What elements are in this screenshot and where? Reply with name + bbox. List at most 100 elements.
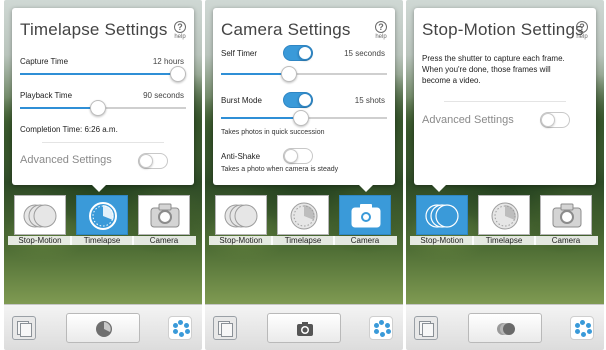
effects-icon[interactable] — [570, 316, 594, 340]
slider-thumb[interactable] — [281, 66, 298, 82]
capture-time-slider[interactable] — [20, 66, 186, 82]
bottom-bar — [4, 304, 202, 350]
toggle-knob — [541, 113, 555, 127]
slider-fill — [20, 73, 178, 75]
mode-stop-motion[interactable]: Stop-Motion — [209, 195, 273, 247]
help-button[interactable]: ? help — [373, 21, 389, 40]
toggle-knob — [284, 149, 298, 163]
self-timer-slider[interactable] — [221, 66, 387, 82]
toggle-knob — [298, 93, 312, 107]
effects-icon[interactable] — [168, 316, 192, 340]
timelapse-shutter-icon — [96, 321, 112, 337]
advanced-settings-label: Advanced Settings — [20, 154, 112, 166]
help-icon: ? — [174, 21, 186, 33]
stop-motion-settings-panel: Stop-Motion Settings ? help Press the sh… — [414, 8, 596, 192]
screenshot: Timelapse Settings ? help Capture Time 1… — [0, 0, 606, 350]
phone-timelapse: Timelapse Settings ? help Capture Time 1… — [4, 0, 202, 350]
timelapse-icon — [290, 202, 318, 230]
stop-motion-shutter-icon — [497, 323, 515, 335]
self-timer-label: Self Timer — [221, 49, 258, 58]
mode-tile — [416, 195, 468, 235]
panel-title: Stop-Motion Settings — [422, 20, 584, 39]
mode-label: Stop-Motion — [8, 236, 72, 245]
help-label: help — [375, 34, 387, 40]
camera-icon — [351, 204, 381, 228]
effects-icon[interactable] — [369, 316, 393, 340]
advanced-settings-label: Advanced Settings — [422, 114, 514, 126]
mode-label: Stop-Motion — [410, 236, 474, 245]
mode-label: Timelapse — [472, 236, 536, 245]
mode-tile — [339, 195, 391, 235]
capture-time-value: 12 hours — [152, 57, 184, 66]
shutter-button[interactable] — [267, 313, 341, 343]
burst-mode-toggle[interactable] — [283, 92, 313, 108]
panel-pointer — [430, 183, 448, 192]
toggle-knob — [298, 46, 312, 60]
bottom-bar — [205, 304, 403, 350]
slider-fill — [221, 73, 290, 75]
mode-timelapse[interactable]: Timelapse — [271, 195, 335, 247]
gallery-icon[interactable] — [12, 316, 36, 340]
mode-timelapse[interactable]: Timelapse — [70, 195, 134, 247]
bottom-bar — [406, 304, 604, 350]
gallery-icon[interactable] — [414, 316, 438, 340]
help-label: help — [174, 34, 186, 40]
panel-pointer — [357, 183, 375, 192]
playback-time-label: Playback Time — [20, 91, 73, 100]
camera-icon — [150, 203, 180, 228]
stop-motion-icon — [23, 204, 57, 228]
divider — [42, 142, 164, 143]
slider-thumb[interactable] — [170, 66, 186, 82]
slider-fill — [221, 117, 301, 119]
gallery-icon[interactable] — [213, 316, 237, 340]
mode-label: Camera — [534, 236, 598, 245]
mode-tile — [138, 195, 190, 235]
mode-tile — [540, 195, 592, 235]
self-timer-value: 15 seconds — [344, 49, 385, 58]
mode-label: Timelapse — [271, 236, 335, 245]
mode-tile — [76, 195, 128, 235]
completion-time: Completion Time: 6:26 a.m. — [20, 125, 118, 134]
help-button[interactable]: ? help — [172, 21, 188, 40]
self-timer-toggle[interactable] — [283, 45, 313, 61]
slider-fill — [20, 107, 99, 109]
timelapse-icon — [89, 202, 117, 230]
slider-thumb[interactable] — [292, 110, 309, 126]
camera-shutter-icon — [297, 322, 313, 336]
burst-mode-value: 15 shots — [354, 96, 385, 105]
mode-tile — [478, 195, 530, 235]
mode-camera[interactable]: Camera — [534, 195, 598, 247]
burst-mode-slider[interactable] — [221, 110, 387, 126]
capture-time-label: Capture Time — [20, 57, 69, 66]
stop-motion-icon — [425, 204, 459, 228]
panel-pointer — [90, 183, 108, 192]
mode-timelapse[interactable]: Timelapse — [472, 195, 536, 247]
help-button[interactable]: ? help — [574, 21, 590, 40]
advanced-settings-toggle[interactable] — [138, 153, 168, 169]
panel-title: Timelapse Settings — [20, 20, 168, 39]
anti-shake-hint: Takes a photo when camera is steady — [221, 166, 339, 173]
anti-shake-label: Anti-Shake — [221, 152, 261, 161]
phone-stop-motion: Stop-Motion Settings ? help Press the sh… — [406, 0, 604, 350]
mode-tile — [215, 195, 267, 235]
mode-stop-motion[interactable]: Stop-Motion — [410, 195, 474, 247]
slider-thumb[interactable] — [90, 100, 107, 116]
mode-tile — [277, 195, 329, 235]
shutter-button[interactable] — [66, 313, 140, 343]
anti-shake-toggle[interactable] — [283, 148, 313, 164]
mode-stop-motion[interactable]: Stop-Motion — [8, 195, 72, 247]
description-line: become a video. — [422, 76, 481, 85]
stop-motion-icon — [224, 204, 258, 228]
toggle-knob — [139, 154, 153, 168]
phone-camera: Camera Settings ? help Self Timer 15 sec… — [205, 0, 403, 350]
mode-label: Timelapse — [70, 236, 134, 245]
mode-camera[interactable]: Camera — [132, 195, 196, 247]
help-icon: ? — [576, 21, 588, 33]
mode-label: Camera — [132, 236, 196, 245]
mode-camera[interactable]: Camera — [333, 195, 397, 247]
advanced-settings-toggle[interactable] — [540, 112, 570, 128]
divider — [444, 101, 566, 102]
camera-icon — [552, 203, 582, 228]
playback-time-slider[interactable] — [20, 100, 186, 116]
shutter-button[interactable] — [468, 313, 542, 343]
